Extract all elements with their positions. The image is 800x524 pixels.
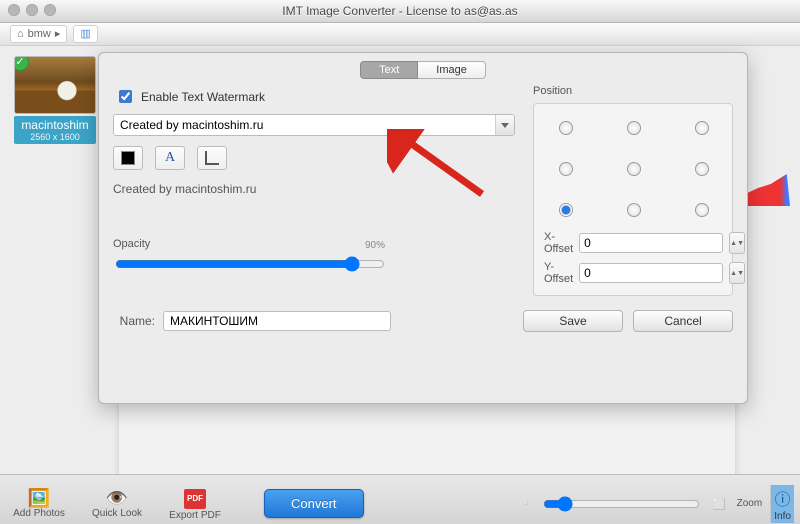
- pos-top-left[interactable]: [559, 121, 573, 135]
- pos-mid-center[interactable]: [627, 162, 641, 176]
- breadcrumb-home[interactable]: ⌂ bmw ▸: [10, 25, 67, 43]
- pos-top-right[interactable]: [695, 121, 709, 135]
- add-photos-button[interactable]: 🖼️ Add Photos: [0, 489, 78, 519]
- zoom-window-button[interactable]: [44, 4, 56, 16]
- shadow-style-button[interactable]: [197, 146, 227, 170]
- save-button[interactable]: Save: [523, 310, 623, 332]
- watermark-type-segmented: Text Image: [113, 61, 733, 79]
- position-box: X-Offset ▲▼ Y-Offset ▲▼: [533, 103, 733, 296]
- opacity-value: 90%: [365, 240, 385, 251]
- bottom-toolbar: 🖼️ Add Photos 👁️ Quick Look PDF Export P…: [0, 474, 800, 524]
- close-window-button[interactable]: [8, 4, 20, 16]
- chevron-right-icon: ▸: [55, 23, 61, 45]
- color-swatch-icon: [121, 151, 135, 165]
- thumbnail-dimensions: 2560 x 1600: [14, 132, 96, 142]
- position-grid: [544, 118, 722, 217]
- zoom-slider[interactable]: [543, 496, 700, 512]
- opacity-label: Opacity: [113, 238, 515, 250]
- export-pdf-label: Export PDF: [169, 510, 221, 521]
- window-titlebar: IMT Image Converter - License to as@as.a…: [0, 0, 800, 23]
- folder-icon: ▥: [80, 23, 90, 45]
- home-icon: ⌂: [17, 23, 24, 45]
- quick-look-label: Quick Look: [92, 508, 142, 519]
- enable-watermark-row[interactable]: Enable Text Watermark: [115, 87, 515, 106]
- pos-mid-right[interactable]: [695, 162, 709, 176]
- position-label: Position: [533, 85, 733, 97]
- zoom-large-icon: ◻️: [710, 495, 729, 513]
- zoom-small-icon: ▫️: [520, 497, 534, 510]
- x-offset-field[interactable]: [579, 233, 723, 253]
- convert-button[interactable]: Convert: [264, 489, 364, 518]
- info-icon: ⓘ: [775, 486, 791, 510]
- y-offset-label: Y-Offset: [544, 261, 573, 285]
- pos-bottom-center[interactable]: [627, 203, 641, 217]
- y-offset-field[interactable]: [579, 263, 723, 283]
- enable-watermark-label: Enable Text Watermark: [141, 90, 265, 104]
- breadcrumb-folder[interactable]: ▥: [73, 25, 97, 43]
- opacity-slider[interactable]: [115, 256, 385, 272]
- window-title: IMT Image Converter - License to as@as.a…: [282, 4, 517, 18]
- pdf-icon: PDF: [184, 486, 206, 509]
- pos-bottom-right[interactable]: [695, 203, 709, 217]
- selected-check-icon: ✓: [14, 56, 29, 71]
- dropdown-arrow-button[interactable]: [495, 115, 514, 135]
- thumbnail-name: macintoshim: [21, 118, 88, 132]
- font-picker-button[interactable]: A: [155, 146, 185, 170]
- add-photos-icon: 🖼️: [28, 489, 50, 507]
- add-photos-label: Add Photos: [13, 508, 65, 519]
- pos-bottom-left[interactable]: [559, 203, 573, 217]
- tab-image[interactable]: Image: [418, 61, 486, 79]
- y-offset-stepper[interactable]: ▲▼: [729, 262, 745, 284]
- pos-mid-left[interactable]: [559, 162, 573, 176]
- info-button[interactable]: ⓘ Info: [770, 485, 794, 523]
- tab-text[interactable]: Text: [360, 61, 418, 79]
- watermark-text-combobox[interactable]: [113, 114, 515, 136]
- font-icon: A: [165, 150, 175, 166]
- watermark-preview-text: Created by macintoshim.ru: [113, 182, 515, 196]
- preset-name-label: Name:: [113, 314, 155, 328]
- breadcrumb-bar: ⌂ bmw ▸ ▥: [0, 23, 800, 46]
- preset-name-field[interactable]: [163, 311, 391, 331]
- photo-thumbnail[interactable]: ✓ macintoshim 2560 x 1600: [14, 56, 96, 144]
- pos-top-center[interactable]: [627, 121, 641, 135]
- watermark-sheet: Text Image Enable Text Watermark A: [98, 52, 748, 404]
- quick-look-button[interactable]: 👁️ Quick Look: [78, 489, 156, 519]
- export-pdf-button[interactable]: PDF Export PDF: [156, 486, 234, 521]
- breadcrumb-root-label: bmw: [28, 23, 51, 45]
- window-controls[interactable]: [8, 4, 56, 16]
- watermark-text-field[interactable]: [114, 115, 495, 135]
- x-offset-label: X-Offset: [544, 231, 573, 255]
- corner-icon: [205, 151, 219, 165]
- cancel-button[interactable]: Cancel: [633, 310, 733, 332]
- x-offset-stepper[interactable]: ▲▼: [729, 232, 745, 254]
- minimize-window-button[interactable]: [26, 4, 38, 16]
- enable-watermark-checkbox[interactable]: [119, 90, 132, 103]
- zoom-label: Zoom: [737, 498, 763, 509]
- chevron-down-icon: [501, 123, 509, 128]
- info-label: Info: [774, 511, 791, 522]
- text-color-button[interactable]: [113, 146, 143, 170]
- eye-icon: 👁️: [106, 489, 128, 507]
